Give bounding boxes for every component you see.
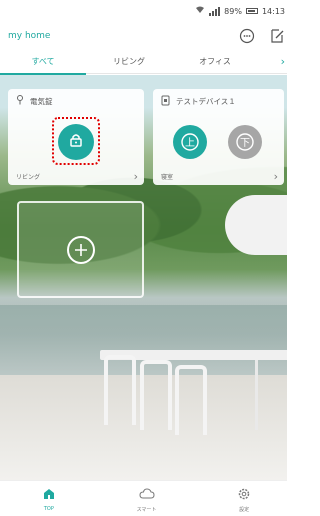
status-bar: 89% 14:13: [0, 0, 293, 22]
home-icon: [43, 485, 55, 504]
room-label: 寝室: [161, 174, 174, 181]
chair-decor: [104, 355, 136, 425]
table-leg-decor: [255, 360, 258, 430]
edit-icon[interactable]: [269, 28, 285, 44]
chair-decor: [175, 365, 207, 435]
nav-smart[interactable]: スマート: [98, 485, 196, 513]
device-name: 電気錠: [30, 96, 53, 106]
up-label: 上: [185, 137, 195, 149]
signal-icon: [209, 6, 221, 16]
add-device-card[interactable]: [17, 201, 144, 298]
wifi-icon: [195, 6, 205, 16]
app-header: my home: [0, 22, 293, 50]
nav-label: スマート: [136, 506, 157, 513]
battery-level: 89%: [224, 6, 242, 16]
room-label: リビング: [16, 174, 41, 181]
tab-all[interactable]: すべて: [0, 50, 86, 75]
chat-icon[interactable]: [239, 28, 255, 44]
device-card-lock[interactable]: 電気錠 リビング ›: [8, 89, 144, 185]
clock: 14:13: [261, 6, 285, 16]
device-card-test[interactable]: テストデバイス１ 上 下 寝室 ›: [153, 89, 284, 185]
tab-living[interactable]: リビング: [86, 50, 172, 74]
nav-settings[interactable]: 設定: [195, 485, 293, 513]
battery-icon: [245, 8, 258, 14]
device-name: テストデバイス１: [176, 97, 236, 106]
nav-label: TOP: [43, 506, 54, 512]
room-tabs: すべて リビング オフィス ›: [0, 50, 293, 75]
device-up-button[interactable]: 上: [173, 125, 207, 159]
nav-label: 設定: [239, 506, 250, 513]
chevron-right-icon[interactable]: ›: [274, 170, 278, 183]
gear-icon: [238, 485, 250, 504]
plus-icon: [66, 235, 95, 264]
device-down-button[interactable]: 下: [228, 125, 262, 159]
chair-decor: [140, 360, 172, 430]
tab-office[interactable]: オフィス: [172, 50, 258, 74]
home-title[interactable]: my home: [8, 31, 50, 41]
right-edge: [287, 0, 293, 516]
highlight-outline: [52, 117, 100, 165]
lamp-decor: [225, 195, 293, 255]
down-label: 下: [240, 138, 250, 149]
cloud-icon: [138, 485, 155, 504]
device-icon: [161, 95, 170, 108]
bottom-nav: TOP スマート 設定: [0, 480, 293, 516]
key-icon: [16, 95, 24, 107]
chevron-right-icon[interactable]: ›: [134, 170, 138, 183]
nav-top[interactable]: TOP: [0, 485, 98, 512]
